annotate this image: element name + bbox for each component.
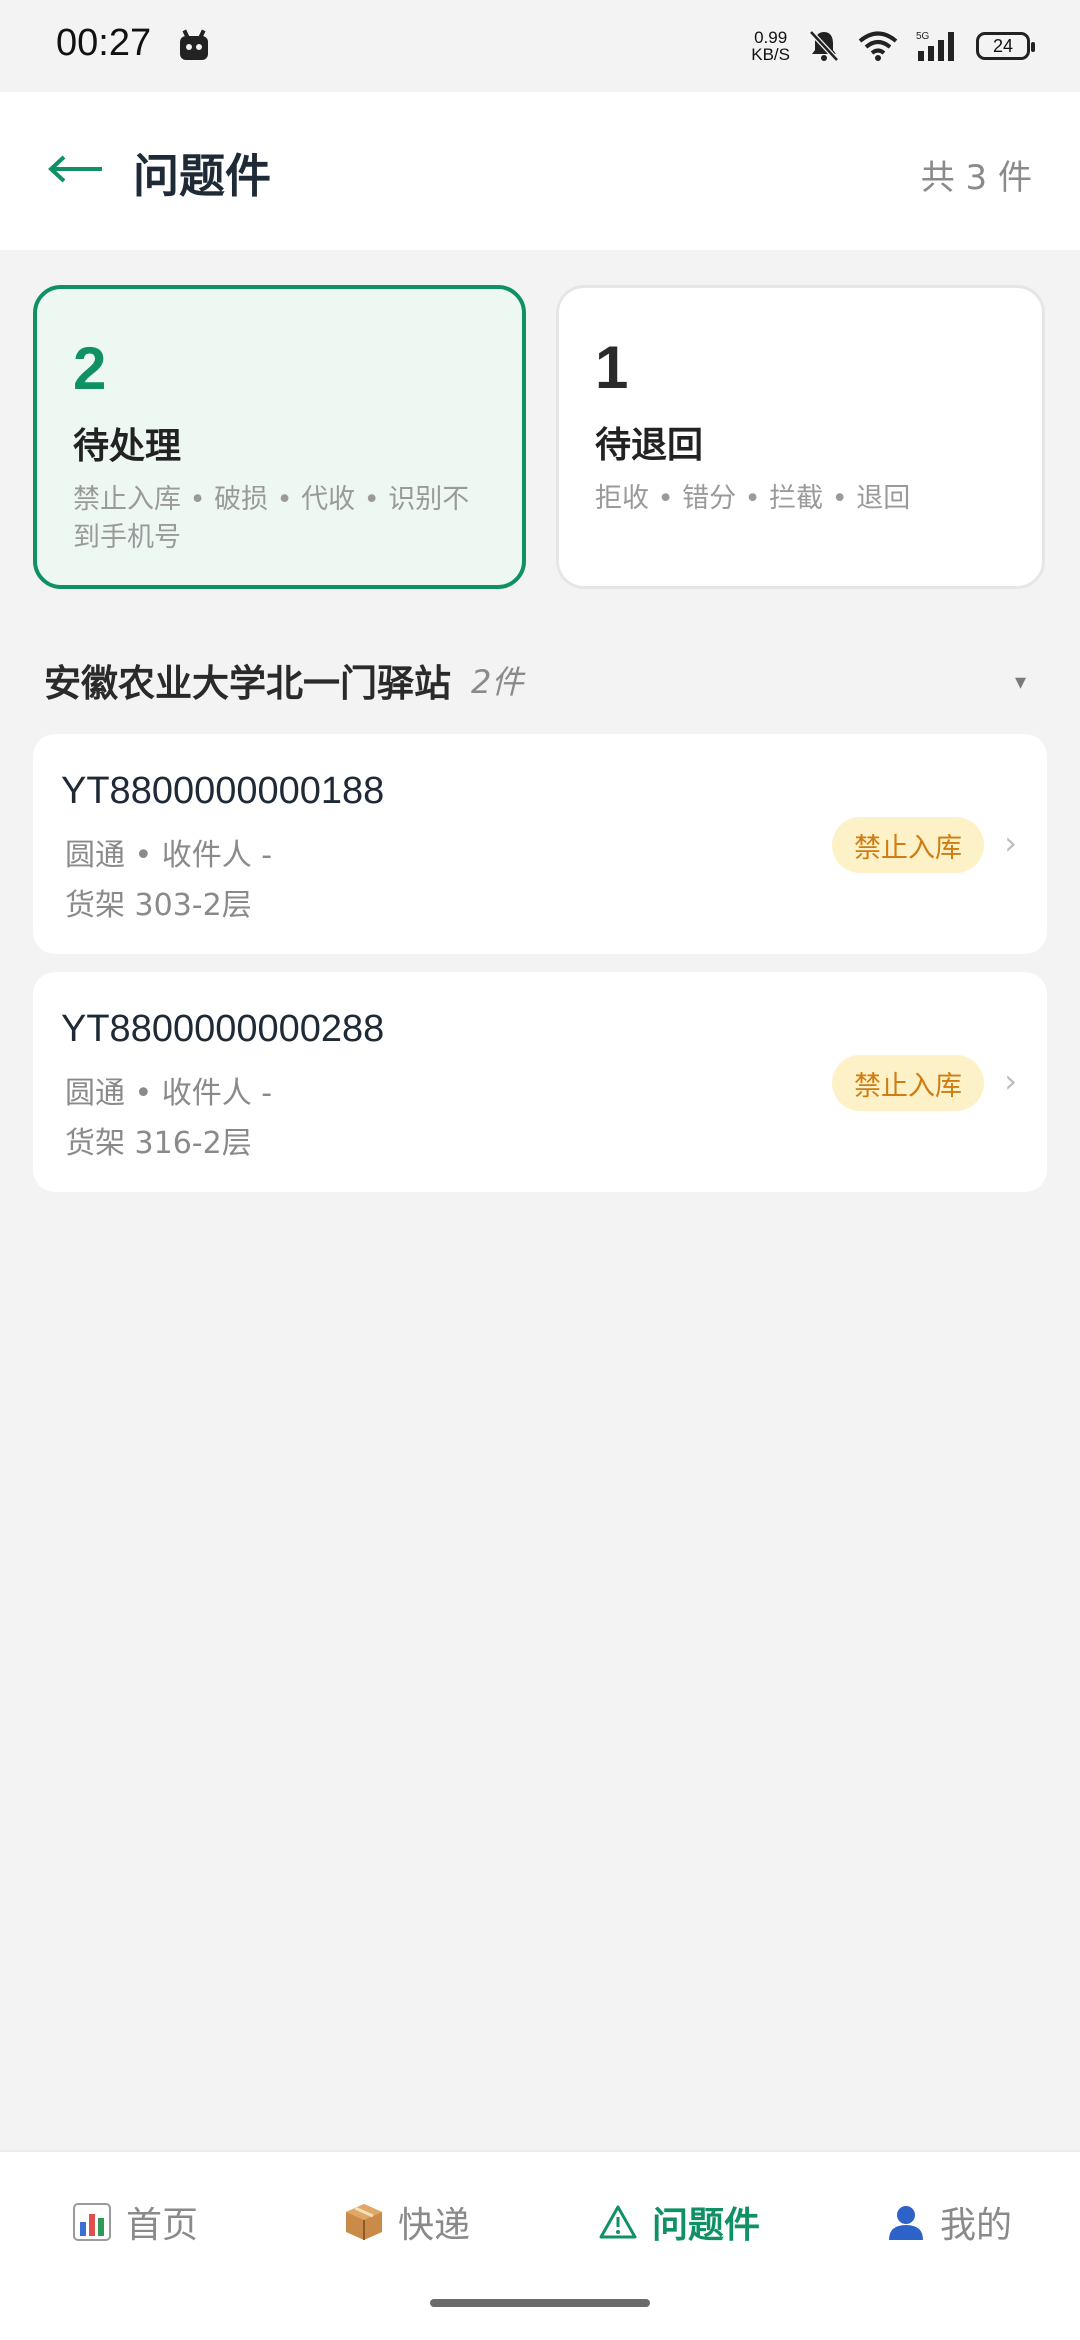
status-icons: 0.99 KB/S 5G 24	[751, 24, 1035, 68]
status-badge: 禁止入库	[832, 817, 984, 873]
user-icon	[884, 2200, 928, 2244]
parcel-id: YT8800000000188	[61, 770, 385, 812]
pending-desc: 禁止入库 • 破损 • 代收 • 识别不到手机号	[73, 484, 470, 553]
back-button[interactable]	[36, 132, 116, 206]
chevron-down-icon[interactable]: ▾	[1015, 670, 1026, 695]
app-header: 问题件 共 3 件	[0, 92, 1080, 250]
station-count: 2件	[471, 663, 524, 701]
nav-mine-label: 我的	[940, 2205, 1013, 2246]
nav-home[interactable]: 首页	[70, 2192, 198, 2252]
return-label: 待退回	[595, 425, 704, 466]
nav-express-label: 快递	[398, 2205, 471, 2246]
net-speed: 0.99 KB/S	[751, 29, 790, 63]
android-icon	[180, 29, 208, 60]
parcel-shelf: 货架 303-2层	[65, 888, 252, 923]
status-time: 00:27	[56, 22, 152, 64]
chart-icon	[70, 2200, 114, 2244]
battery-icon: 24	[976, 32, 1035, 60]
net-speed-value: 0.99	[754, 28, 788, 47]
pending-count: 2	[73, 335, 107, 402]
nav-home-label: 首页	[126, 2205, 199, 2246]
return-desc: 拒收 • 错分 • 拦截 • 退回	[595, 483, 911, 514]
5g-signal-icon: 5G	[916, 31, 954, 61]
total-count: 共 3 件	[920, 158, 1032, 198]
nav-issues[interactable]: 问题件	[596, 2192, 760, 2252]
chevron-right-icon: ›	[1004, 824, 1017, 862]
net-speed-unit: KB/S	[751, 45, 790, 64]
status-bar: 00:27 0.99 KB/S 5G 24	[0, 0, 1080, 92]
nav-issues-label: 问题件	[652, 2205, 761, 2246]
parcel-shelf: 货架 316-2层	[65, 1126, 252, 1161]
status-badge: 禁止入库	[832, 1055, 984, 1111]
parcel-meta: 圆通 • 收件人 -	[65, 1076, 273, 1111]
parcel-id: YT8800000000288	[61, 1008, 385, 1050]
home-indicator[interactable]	[430, 2299, 650, 2307]
nav-express[interactable]: 快递	[342, 2192, 470, 2252]
return-count: 1	[595, 334, 629, 401]
return-card[interactable]: 1 待退回 拒收 • 错分 • 拦截 • 退回	[556, 285, 1045, 589]
chevron-right-icon: ›	[1004, 1062, 1017, 1100]
pending-card[interactable]: 2 待处理 禁止入库 • 破损 • 代收 • 识别不到手机号	[33, 285, 526, 589]
station-header[interactable]: 安徽农业大学北一门驿站 2件 ▾	[44, 652, 1040, 708]
parcel-item[interactable]: YT8800000000188 圆通 • 收件人 - 货架 303-2层 禁止入…	[33, 734, 1047, 954]
station-name: 安徽农业大学北一门驿站	[44, 662, 451, 705]
svg-text:5G: 5G	[916, 31, 930, 42]
parcel-item[interactable]: YT8800000000288 圆通 • 收件人 - 货架 316-2层 禁止入…	[33, 972, 1047, 1192]
pending-label: 待处理	[73, 426, 182, 467]
parcel-meta: 圆通 • 收件人 -	[65, 838, 273, 873]
nav-mine[interactable]: 我的	[884, 2192, 1012, 2252]
bottom-nav: 首页 快递 问题件 我的	[0, 2150, 1080, 2340]
page-title: 问题件	[133, 149, 271, 203]
warning-icon	[596, 2200, 640, 2244]
package-icon	[342, 2200, 386, 2244]
wifi-icon	[858, 31, 898, 61]
arrow-left-icon	[48, 155, 102, 183]
mute-bell-icon	[809, 30, 839, 62]
